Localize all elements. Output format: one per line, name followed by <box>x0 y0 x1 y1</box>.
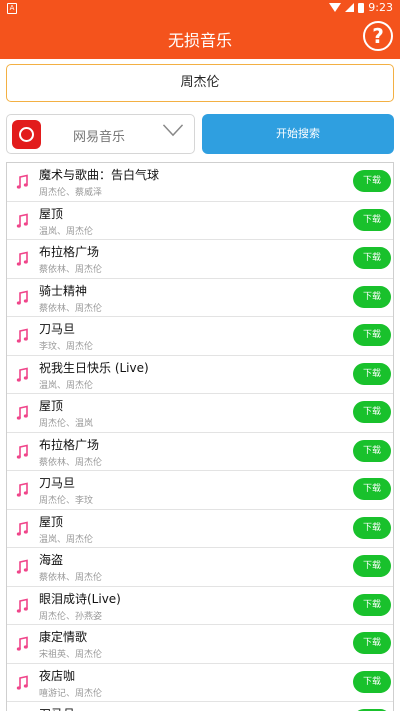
download-button[interactable]: 下载 <box>353 478 391 500</box>
chevron-down-icon <box>162 124 184 137</box>
download-button[interactable]: 下载 <box>353 362 391 385</box>
song-artist: 李玟、周杰伦 <box>39 342 94 352</box>
song-title: 屋顶 <box>39 514 64 529</box>
song-artist: 周杰伦、蔡威泽 <box>39 188 103 198</box>
song-row[interactable]: 祝我生日快乐 (Live) 温岚、周杰伦 下载 <box>7 356 393 394</box>
song-row[interactable]: 刀马旦李玟、周杰伦 下载 <box>7 317 393 356</box>
download-button[interactable]: 下载 <box>353 555 391 577</box>
song-title: 布拉格广场 <box>39 245 100 259</box>
song-artist: 温岚、周杰伦 <box>39 534 94 545</box>
music-note-icon <box>9 361 37 388</box>
music-source-select[interactable]: 网易音乐 <box>6 114 195 154</box>
song-artist: 蔡依林、周杰伦 <box>39 265 103 275</box>
song-artist: 周杰伦、孙燕姿 <box>39 611 103 622</box>
song-row[interactable]: 眼泪成诗(Live) 周杰伦、孙燕姿 下载 <box>7 587 393 625</box>
music-note-icon <box>9 438 37 465</box>
status-bar: A 9:23 <box>0 0 400 16</box>
song-artist: 嘻游记、周杰伦 <box>39 688 103 699</box>
song-title: 祝我生日快乐 (Live) <box>39 360 149 375</box>
help-button[interactable]: ? <box>363 21 393 51</box>
wifi-icon <box>329 3 342 12</box>
start-search-button[interactable]: 开始搜索 <box>202 114 394 154</box>
song-row[interactable]: 骑士精神蔡依林、周杰伦 下载 <box>7 279 393 317</box>
download-button[interactable]: 下载 <box>353 170 391 192</box>
song-row[interactable]: 康定情歌宋祖英、周杰伦 下载 <box>7 625 393 664</box>
song-title: 刀马旦 <box>39 322 76 336</box>
song-artist: 周杰伦、李玟 <box>39 496 94 506</box>
music-note-icon <box>9 669 37 696</box>
music-note-icon <box>9 553 37 581</box>
song-row[interactable]: 刀马旦周杰伦、李玟 下载 <box>7 471 393 510</box>
page-title: 无损音乐 <box>167 31 232 50</box>
song-row[interactable]: 屋顶温岚、周杰伦 下载 <box>7 202 393 240</box>
app-bar: 无损音乐 ? <box>0 16 400 59</box>
music-source-label: 网易音乐 <box>73 130 126 145</box>
song-title: 魔术与歌曲：告白气球 <box>39 168 160 182</box>
song-row[interactable]: 海盗蔡依林、周杰伦 下载 <box>7 548 393 587</box>
download-button[interactable]: 下载 <box>353 670 391 693</box>
song-row[interactable]: 布拉格广场蔡依林、周杰伦 下载 <box>7 433 393 471</box>
download-button[interactable]: 下载 <box>353 324 391 346</box>
song-row[interactable]: 夜店咖嘻游记、周杰伦 下载 <box>7 664 393 702</box>
netease-music-logo-icon <box>12 120 41 149</box>
song-title: 布拉格广场 <box>39 437 100 452</box>
song-row[interactable]: 魔术与歌曲：告白气球周杰伦、蔡威泽 下载 <box>7 163 393 202</box>
song-title: 屋顶 <box>39 399 64 413</box>
music-note-icon <box>9 630 37 658</box>
song-artist: 温岚、周杰伦 <box>39 380 94 391</box>
battery-icon <box>358 2 365 13</box>
song-artist: 温岚、周杰伦 <box>39 226 94 237</box>
signal-icon <box>345 3 355 12</box>
song-title: 屋顶 <box>39 206 64 221</box>
music-note-icon <box>9 322 37 350</box>
download-button[interactable]: 下载 <box>353 593 391 616</box>
song-title: 骑士精神 <box>39 283 88 298</box>
song-artist: 蔡依林、周杰伦 <box>39 303 103 314</box>
song-artist: 周杰伦、温岚 <box>39 419 94 429</box>
music-note-icon <box>9 207 37 234</box>
download-button[interactable]: 下载 <box>353 208 391 231</box>
song-title: 刀马旦 <box>39 476 76 490</box>
song-title: 夜店咖 <box>39 668 76 683</box>
music-note-icon <box>9 399 37 427</box>
download-button[interactable]: 下载 <box>353 439 391 462</box>
search-input[interactable]: 周杰伦 <box>6 64 394 102</box>
help-icon: ? <box>372 24 384 48</box>
music-note-icon <box>9 284 37 311</box>
download-button[interactable]: 下载 <box>353 285 391 308</box>
music-note-icon <box>9 168 37 196</box>
download-button[interactable]: 下载 <box>353 401 391 423</box>
song-row[interactable]: 布拉格广场蔡依林、周杰伦 下载 <box>7 240 393 279</box>
music-note-icon <box>9 245 37 273</box>
status-time: 9:23 <box>368 1 393 14</box>
song-title: 刀马旦 <box>39 705 75 711</box>
song-row[interactable]: 屋顶周杰伦、温岚 下载 <box>7 394 393 433</box>
song-artist: 蔡依林、周杰伦 <box>39 573 103 583</box>
music-note-icon <box>9 592 37 619</box>
song-title: 康定情歌 <box>39 630 88 644</box>
notification-icon: A <box>7 3 17 14</box>
song-artist: 宋祖英、周杰伦 <box>39 650 103 660</box>
song-title: 海盗 <box>39 553 64 567</box>
download-button[interactable]: 下载 <box>353 247 391 269</box>
music-note-icon <box>13 707 33 711</box>
song-artist: 蔡依林、周杰伦 <box>39 457 103 468</box>
download-button[interactable]: 下载 <box>353 516 391 539</box>
music-note-icon <box>9 515 37 542</box>
song-row[interactable]: 刀马旦下载 <box>7 702 393 711</box>
song-list: 魔术与歌曲：告白气球 周杰伦、蔡威泽 下载 屋顶 温岚、周杰伦 下载 布拉格广场 蔡依林、周杰… <box>6 162 394 711</box>
music-note-icon <box>9 476 37 504</box>
download-button[interactable]: 下载 <box>353 632 391 654</box>
song-title: 眼泪成诗(Live) <box>39 591 121 606</box>
song-row[interactable]: 屋顶温岚、周杰伦 下载 <box>7 510 393 548</box>
